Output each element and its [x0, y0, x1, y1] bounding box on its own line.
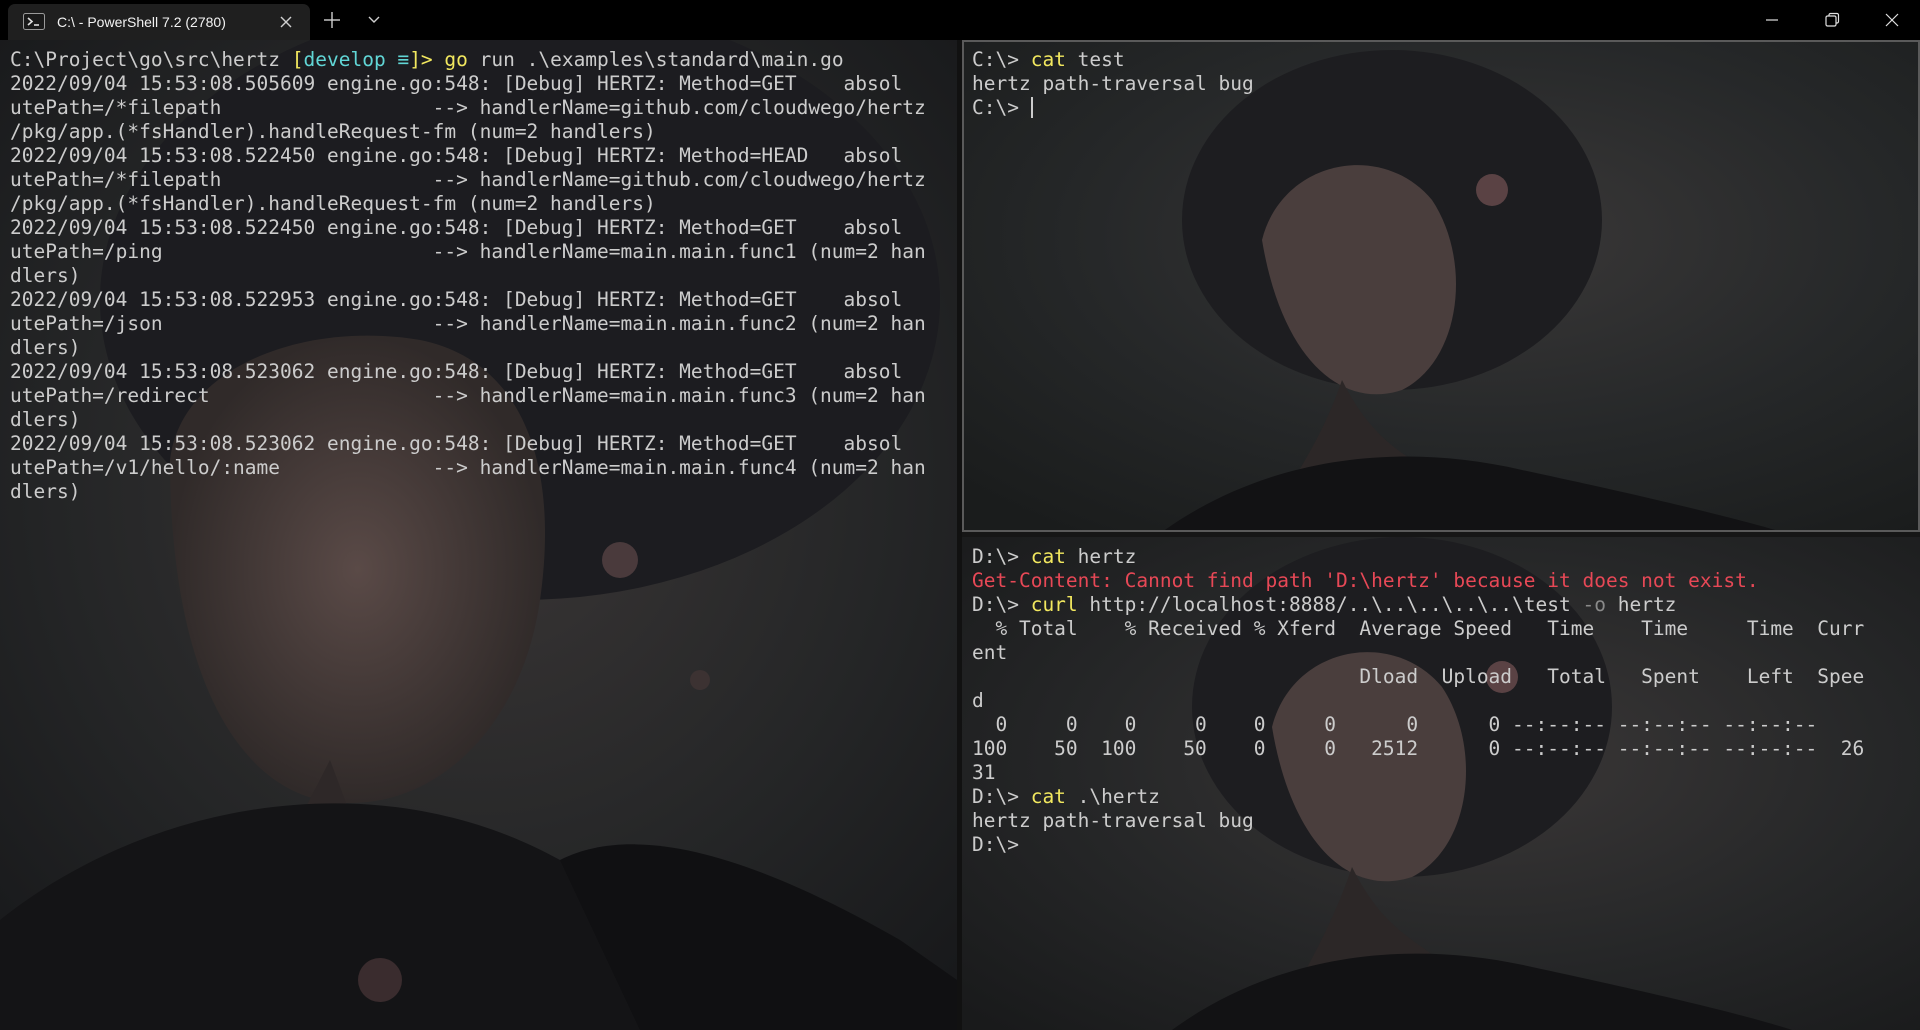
log-line: 2022/09/04 15:53:08.522450 engine.go:548…: [10, 216, 903, 239]
command-output: hertz path-traversal bug: [972, 72, 1254, 95]
log-line: utePath=/ping --> handlerName=main.main.…: [10, 240, 926, 263]
curl-line: 100 50 100 50 0 0 2512 0 --:--:-- --:--:…: [972, 737, 1865, 760]
prompt: D:\>: [972, 833, 1019, 856]
curl-line: 0 0 0 0 0 0 0 0 --:--:-- --:--:-- --:--:…: [995, 713, 1818, 736]
log-line: utePath=/json --> handlerName=main.main.…: [10, 312, 926, 335]
command-args: run .\examples\standard\main.go: [467, 48, 844, 71]
prompt: C:\>: [972, 96, 1031, 119]
close-icon[interactable]: [278, 14, 294, 30]
curl-line: d: [972, 689, 984, 712]
text-cursor: [1030, 97, 1033, 118]
command-args: hertz: [1065, 545, 1137, 568]
chevron-down-icon[interactable]: [366, 12, 382, 28]
log-line: utePath=/redirect --> handlerName=main.m…: [10, 384, 926, 407]
terminal-pane-bottom-right[interactable]: D:\> cat hertz Get-Content: Cannot find …: [962, 537, 1920, 1030]
terminal-output-bottom-right: D:\> cat hertz Get-Content: Cannot find …: [972, 545, 1910, 857]
minimize-icon: [1766, 19, 1778, 21]
log-line: 2022/09/04 15:53:08.523062 engine.go:548…: [10, 432, 903, 455]
log-line: /pkg/app.(*fsHandler).handleRequest-fm (…: [10, 192, 656, 215]
terminal-pane-left[interactable]: C:\Project\go\src\hertz [develop ≡]> go …: [0, 40, 957, 1030]
command: cat: [1030, 545, 1066, 568]
command-parameter: -o: [1582, 593, 1606, 616]
command-args: hertz: [1605, 593, 1677, 616]
restore-icon: [1825, 12, 1840, 27]
curl-line: 31: [972, 761, 996, 784]
plus-icon[interactable]: [322, 10, 342, 30]
command-args: .\hertz: [1065, 785, 1160, 808]
prompt: D:\>: [972, 593, 1031, 616]
prompt: D:\>: [972, 545, 1031, 568]
minimize-button[interactable]: [1744, 0, 1800, 40]
command: curl: [1030, 593, 1078, 616]
command-output: hertz path-traversal bug: [972, 809, 1254, 832]
close-window-button[interactable]: [1864, 0, 1920, 40]
title-bar: C:\ - PowerShell 7.2 (2780): [0, 0, 1920, 40]
curl-progress-output: % Total % Received % Xferd Average Speed…: [972, 617, 1864, 784]
prompt: C:\>: [972, 48, 1031, 71]
log-line: dlers): [10, 336, 81, 359]
restore-button[interactable]: [1804, 0, 1860, 40]
log-line: utePath=/*filepath --> handlerName=githu…: [10, 168, 926, 191]
terminal-pane-top-right[interactable]: C:\> cat test hertz path-traversal bug C…: [962, 40, 1920, 532]
log-line: 2022/09/04 15:53:08.522450 engine.go:548…: [10, 144, 903, 167]
command: go: [444, 48, 468, 71]
terminal-output-left: C:\Project\go\src\hertz [develop ≡]> go …: [10, 48, 947, 504]
close-icon: [1885, 13, 1899, 27]
curl-line: Dload Upload Total Spent Left Spee: [1359, 665, 1865, 688]
log-line: dlers): [10, 480, 81, 503]
log-line: /pkg/app.(*fsHandler).handleRequest-fm (…: [10, 120, 656, 143]
tab-title: C:\ - PowerShell 7.2 (2780): [57, 14, 226, 30]
log-line: dlers): [10, 264, 81, 287]
command: cat: [1030, 48, 1066, 71]
prompt: D:\>: [972, 785, 1031, 808]
prompt-bracket-close: ]>: [409, 48, 445, 71]
powershell-icon: [23, 13, 45, 30]
curl-line: ent: [972, 641, 1008, 664]
terminal-output-top-right: C:\> cat test hertz path-traversal bug C…: [972, 48, 1910, 120]
log-line: utePath=/v1/hello/:name --> handlerName=…: [10, 456, 926, 479]
git-branch: develop ≡: [303, 48, 410, 71]
error-message: Get-Content: Cannot find path 'D:\hertz'…: [972, 569, 1759, 592]
log-line: 2022/09/04 15:53:08.505609 engine.go:548…: [10, 72, 903, 95]
command: cat: [1030, 785, 1066, 808]
command-args: test: [1065, 48, 1125, 71]
log-line: 2022/09/04 15:53:08.523062 engine.go:548…: [10, 360, 903, 383]
prompt-path: C:\Project\go\src\hertz: [10, 48, 292, 71]
log-line: dlers): [10, 408, 81, 431]
log-line: 2022/09/04 15:53:08.522953 engine.go:548…: [10, 288, 903, 311]
terminal-tab[interactable]: C:\ - PowerShell 7.2 (2780): [8, 4, 310, 40]
prompt-bracket: [: [291, 48, 304, 71]
command-args: http://localhost:8888/..\..\..\..\..\tes…: [1077, 593, 1583, 616]
curl-line: % Total % Received % Xferd Average Speed…: [995, 617, 1865, 640]
log-output: 2022/09/04 15:53:08.505609 engine.go:548…: [10, 72, 926, 503]
log-line: utePath=/*filepath --> handlerName=githu…: [10, 96, 926, 119]
